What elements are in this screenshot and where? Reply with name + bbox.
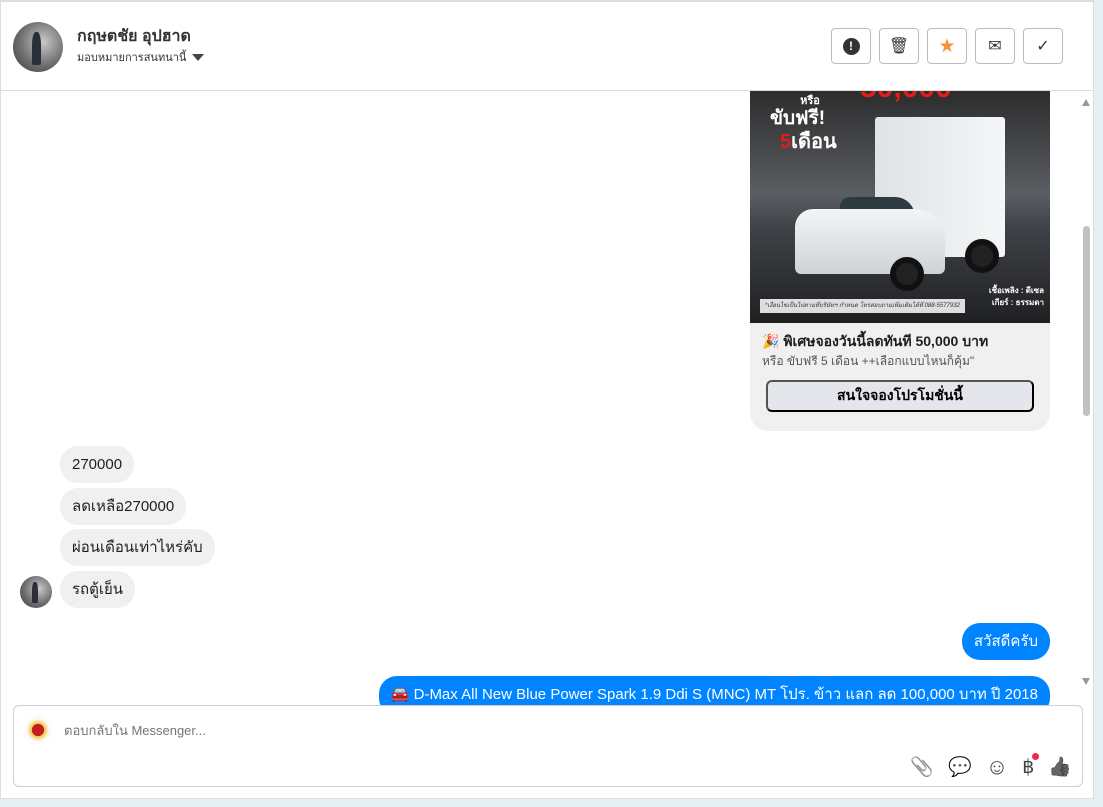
page-avatar: [24, 716, 52, 744]
envelope-icon: ✉: [988, 38, 1002, 55]
mark-spam-button[interactable]: !: [831, 28, 871, 64]
outgoing-message: สวัสดีครับ: [961, 623, 1050, 660]
reply-composer: 📎 💬 ☺ ฿ 👍: [13, 705, 1083, 787]
incoming-message: ลดเหลือ270000: [60, 488, 187, 525]
contact-name[interactable]: กฤษตชัย อุปฮาด: [77, 24, 191, 49]
truck-wheel: [965, 239, 999, 273]
contact-avatar[interactable]: [13, 22, 63, 72]
promo-image-note: *เงื่อนไขเป็นไปตามที่บริษัทฯ กำหนด โทรสอ…: [760, 299, 965, 313]
caret-down-icon: [192, 53, 205, 61]
scroll-up-arrow[interactable]: [1082, 99, 1090, 106]
paperclip-icon[interactable]: 📎: [910, 755, 934, 779]
messenger-window: กฤษตชัย อุปฮาด มอบหมายการสนทนานี้ ! 🗑 ★ …: [0, 0, 1094, 799]
scroll-down-arrow[interactable]: [1082, 678, 1090, 685]
baht-symbol: ฿: [1022, 756, 1035, 778]
truck-wheel: [890, 257, 924, 291]
delete-button[interactable]: 🗑: [879, 28, 919, 64]
payment-icon[interactable]: ฿: [1022, 752, 1040, 779]
notification-dot: [1032, 752, 1040, 760]
mark-done-button[interactable]: ✓: [1023, 28, 1063, 64]
promo-image-specs: เชื้อเพลิง : ดีเซลเกียร์ : ธรรมดา: [989, 285, 1044, 309]
promo-card: 50,000 หรือ ขับฟรี! 5เดือน เชื้อเพลิง : …: [750, 91, 1050, 431]
saved-replies-icon[interactable]: 💬: [948, 755, 972, 779]
conversation-header: กฤษตชัย อุปฮาด มอบหมายการสนทนานี้ ! 🗑 ★ …: [1, 2, 1093, 91]
promo-subtitle: หรือ ขับฟรี 5 เดือน ++เลือกแบบไหนก็คุ้ม": [762, 354, 975, 368]
assign-label: มอบหมายการสนทนานี้: [77, 52, 187, 64]
incoming-message: ผ่อนเดือนเท่าไหร่คับ: [60, 529, 215, 566]
mark-unread-button[interactable]: ✉: [975, 28, 1015, 64]
outgoing-message: 🚘 D-Max All New Blue Power Spark 1.9 Ddi…: [378, 676, 1050, 705]
trash-icon: 🗑: [888, 38, 910, 55]
promo-image[interactable]: 50,000 หรือ ขับฟรี! 5เดือน เชื้อเพลิง : …: [750, 91, 1050, 323]
sender-avatar: [20, 576, 52, 608]
scroll-thumb[interactable]: [1083, 226, 1090, 416]
emoji-icon[interactable]: ☺: [986, 754, 1008, 780]
like-icon[interactable]: 👍: [1048, 755, 1072, 779]
check-icon: ✓: [1036, 38, 1050, 55]
incoming-message: 270000: [60, 446, 135, 483]
incoming-message: รถตู้เย็น: [60, 571, 136, 608]
assign-conversation-dropdown[interactable]: มอบหมายการสนทนานี้: [77, 48, 205, 66]
promo-title: 🎉 พิเศษจองวันนี้ลดทันที 50,000 บาท: [762, 333, 989, 349]
star-icon: ★: [938, 35, 956, 57]
fuel-spec: เชื้อเพลิง : ดีเซล: [988, 286, 1044, 295]
promo-image-price: 50,000: [860, 91, 952, 105]
promo-cta-button[interactable]: สนใจจองโปรโมชั่นนี้: [766, 380, 1034, 412]
gear-spec: เกียร์ : ธรรมดา: [991, 298, 1044, 307]
thread-scrollbar[interactable]: [1078, 91, 1094, 691]
truck-cab: [795, 209, 945, 274]
alert-icon: !: [842, 37, 860, 55]
months-label: เดือน: [791, 131, 837, 153]
promo-image-months: 5เดือน: [780, 125, 837, 157]
star-button[interactable]: ★: [927, 28, 967, 64]
message-thread: 50,000 หรือ ขับฟรี! 5เดือน เชื้อเพลิง : …: [1, 91, 1076, 705]
reply-input[interactable]: [64, 723, 964, 738]
months-number: 5: [780, 131, 792, 153]
